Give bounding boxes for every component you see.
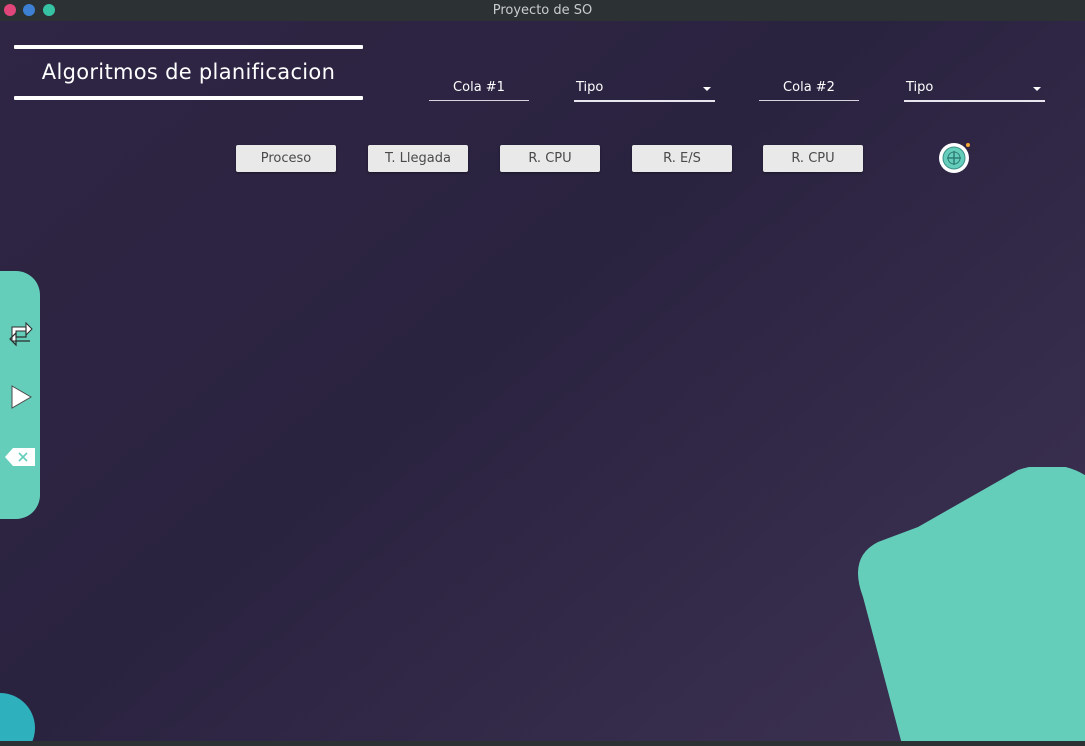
window-bottom-edge	[0, 741, 1085, 746]
header-rcpu2-button[interactable]: R. CPU	[763, 145, 863, 172]
header-res-button[interactable]: R. E/S	[632, 145, 732, 172]
swap-icon	[9, 321, 33, 347]
chevron-down-icon	[703, 87, 711, 91]
cola1-field[interactable]: Cola #1	[429, 76, 529, 101]
cola1-type-value: Tipo	[576, 80, 604, 95]
decorative-circle	[0, 693, 35, 741]
clear-button[interactable]	[4, 446, 36, 472]
add-process-button[interactable]	[937, 140, 971, 174]
cola1-label: Cola #1	[453, 80, 505, 95]
header-proceso-button[interactable]: Proceso	[236, 145, 336, 172]
cola2-field[interactable]: Cola #2	[759, 76, 859, 101]
add-process-icon	[939, 143, 970, 173]
header-rcpu-button[interactable]: R. CPU	[500, 145, 600, 172]
main-content: Algoritmos de planificacion Cola #1 Tipo…	[0, 21, 1085, 741]
heading-top-rule	[14, 45, 363, 49]
app-window: Proyecto de SO Algoritmos de planificaci…	[0, 0, 1085, 746]
cola2-type-select[interactable]: Tipo	[904, 76, 1045, 102]
page-heading: Algoritmos de planificacion	[14, 45, 363, 101]
cola1-type-select[interactable]: Tipo	[574, 76, 715, 102]
play-button[interactable]	[8, 383, 34, 415]
play-icon	[11, 385, 32, 409]
cola2-label: Cola #2	[783, 80, 835, 95]
title-bar: Proyecto de SO	[0, 0, 1085, 21]
page-title: Algoritmos de planificacion	[41, 60, 336, 84]
header-llegada-button[interactable]: T. Llegada	[368, 145, 468, 172]
heading-bottom-rule	[14, 96, 363, 100]
decorative-blob	[858, 464, 1085, 741]
window-title: Proyecto de SO	[492, 3, 593, 18]
backspace-icon	[5, 448, 35, 466]
chevron-down-icon	[1033, 87, 1041, 91]
swap-button[interactable]	[8, 319, 34, 353]
cola2-type-value: Tipo	[906, 80, 934, 95]
